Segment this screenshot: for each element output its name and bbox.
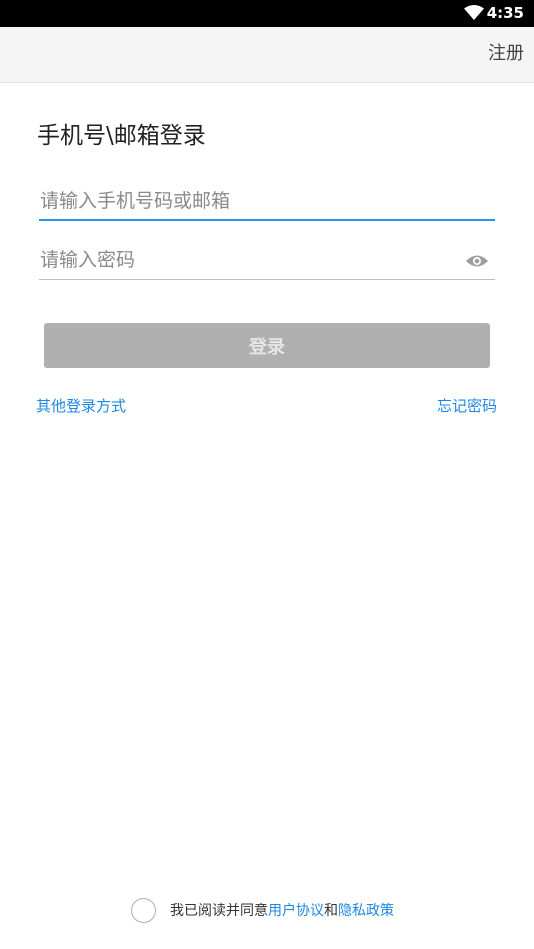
account-input[interactable] [39, 181, 459, 221]
agreement-prefix: 我已阅读并同意 [170, 903, 268, 919]
wifi-icon [464, 5, 484, 20]
privacy-policy-link[interactable]: 隐私政策 [338, 903, 394, 919]
other-login-link[interactable]: 其他登录方式 [36, 396, 126, 416]
user-agreement-link[interactable]: 用户协议 [268, 903, 324, 919]
password-underline [39, 278, 495, 280]
app-bar: 注册 [0, 27, 534, 83]
agreement-checkbox[interactable] [131, 897, 156, 923]
register-button[interactable]: 注册 [488, 42, 524, 66]
account-field [39, 181, 495, 221]
status-bar: 4:35 [0, 0, 534, 27]
agreement-text: 我已阅读并同意用户协议和隐私政策 [170, 900, 394, 920]
forgot-password-link[interactable]: 忘记密码 [437, 396, 497, 416]
password-field [39, 240, 495, 280]
login-button[interactable]: 登录 [44, 323, 490, 368]
status-time: 4:35 [486, 4, 524, 22]
agreement-row: 我已阅读并同意用户协议和隐私政策 [131, 897, 394, 923]
page-title: 手机号\邮箱登录 [37, 123, 206, 149]
password-input[interactable] [39, 240, 459, 280]
agreement-conjunction: 和 [324, 903, 338, 919]
account-underline [39, 219, 495, 221]
eye-icon[interactable] [465, 253, 489, 269]
